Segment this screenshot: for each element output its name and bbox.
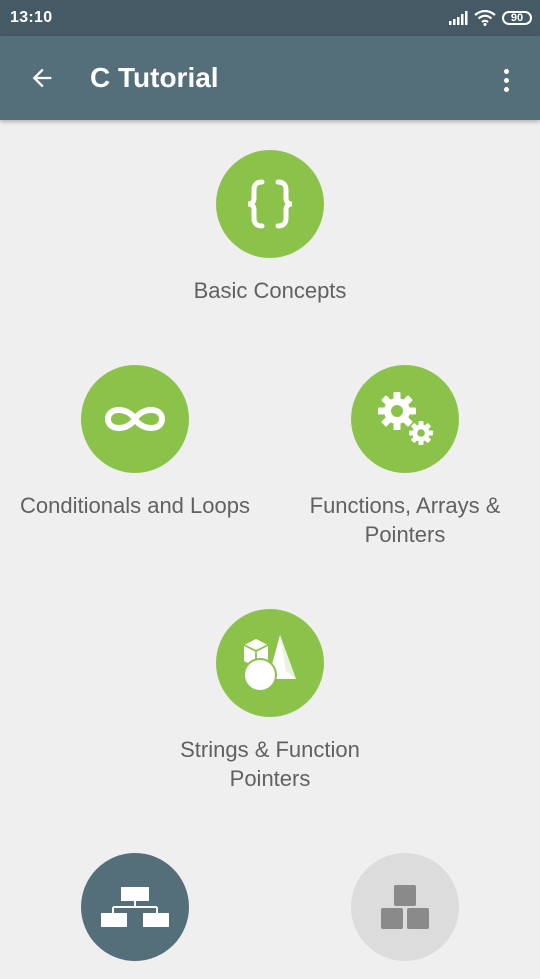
topic-locked[interactable] [275,853,535,979]
page-title: C Tutorial [90,62,219,93]
infinity-icon [104,407,166,431]
more-vert-icon [503,68,509,74]
topic-circle[interactable] [216,609,324,717]
overflow-menu-button[interactable] [488,60,524,100]
topic-current[interactable] [5,853,265,979]
battery-level: 90 [510,12,524,24]
topic-label: Conditionals and Loops [20,493,250,518]
topic-conditionals-loops[interactable]: Conditionals and Loops [5,365,265,520]
status-bar: 13:10 90 [0,0,540,36]
topic-strings-function-pointers[interactable]: Strings & Function Pointers [140,609,400,793]
blocks-icon [381,885,429,929]
topic-circle[interactable] [351,853,459,961]
curly-braces-icon [247,179,293,229]
hierarchy-icon [101,887,169,927]
topic-basic-concepts[interactable]: Basic Concepts [140,150,400,305]
arrow-back-icon [32,68,52,88]
status-time: 13:10 [10,9,53,26]
shapes-icon [243,635,296,692]
topic-circle[interactable] [81,365,189,473]
app-bar: C Tutorial [0,36,540,120]
topic-circle[interactable] [216,150,324,258]
topic-circle[interactable] [81,853,189,961]
gears-icon [378,392,433,445]
signal-icon [449,11,468,25]
back-button[interactable] [22,58,62,98]
topic-label: Functions, Arrays & Pointers [309,493,501,547]
topic-label: Basic Concepts [193,278,347,303]
topic-label: Strings & Function Pointers [180,737,360,791]
wifi-icon [474,10,496,26]
topic-circle[interactable] [351,365,459,473]
topic-functions-arrays-pointers[interactable]: Functions, Arrays & Pointers [275,365,535,549]
status-icons: 90 [448,7,532,29]
battery-icon: 90 [502,11,532,25]
